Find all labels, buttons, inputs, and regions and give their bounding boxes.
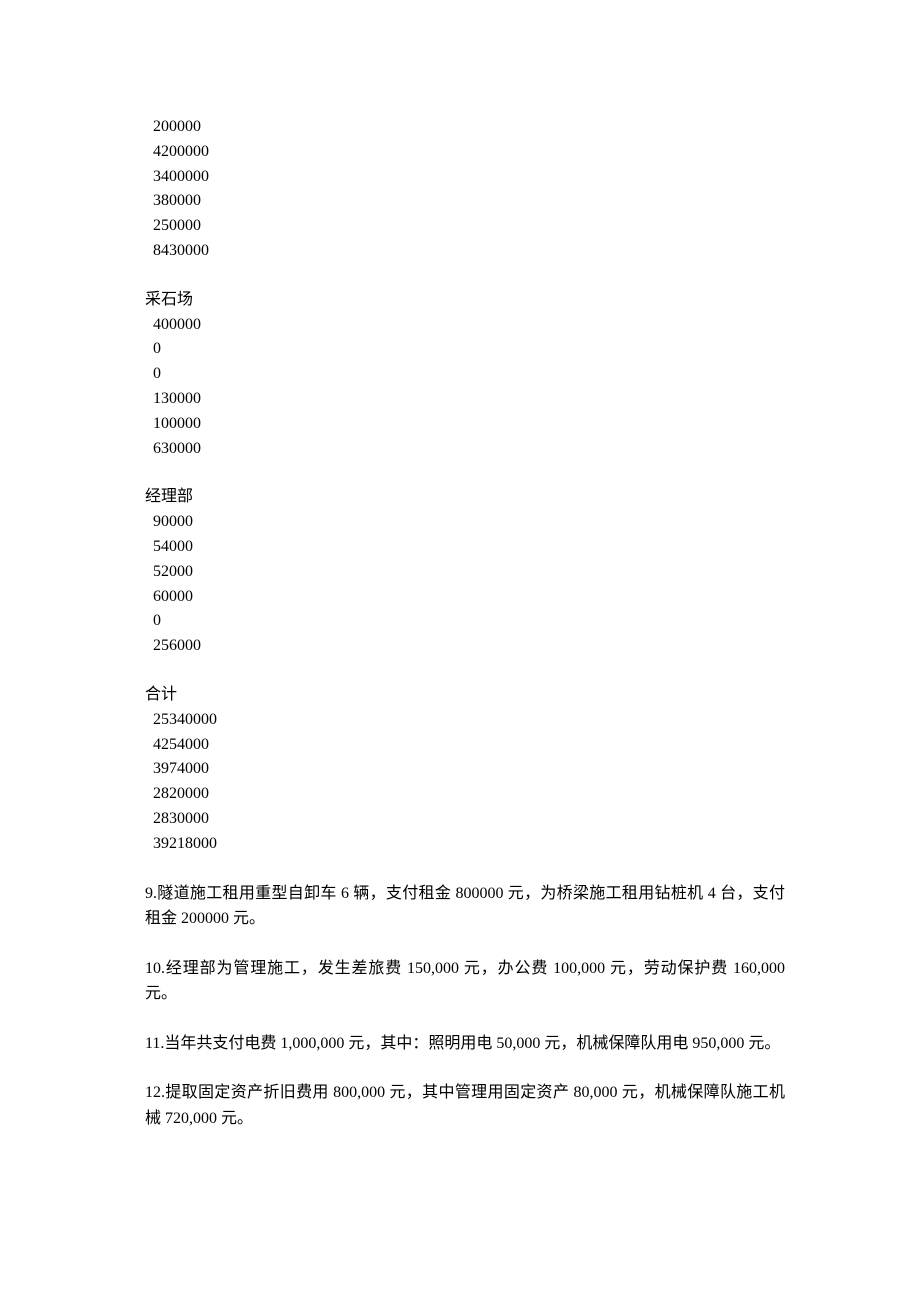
paragraph-11: 11.当年共支付电费 1,000,000 元，其中：照明用电 50,000 元，… xyxy=(145,1031,785,1057)
value-line: 0 xyxy=(145,337,785,362)
value-line: 380000 xyxy=(145,189,785,214)
value-line: 630000 xyxy=(145,437,785,462)
value-line: 60000 xyxy=(145,585,785,610)
value-line: 100000 xyxy=(145,412,785,437)
value-line: 90000 xyxy=(145,510,785,535)
section-label: 采石场 xyxy=(145,288,785,313)
paragraph-9: 9.隧道施工租用重型自卸车 6 辆，支付租金 800000 元，为桥梁施工租用钻… xyxy=(145,881,785,932)
value-line: 256000 xyxy=(145,634,785,659)
value-line: 3974000 xyxy=(145,757,785,782)
value-line: 52000 xyxy=(145,560,785,585)
value-line: 4200000 xyxy=(145,140,785,165)
paragraph-12: 12.提取固定资产折旧费用 800,000 元，其中管理用固定资产 80,000… xyxy=(145,1080,785,1131)
value-line: 25340000 xyxy=(145,708,785,733)
section-block-0: 200000 4200000 3400000 380000 250000 843… xyxy=(145,115,785,264)
value-line: 250000 xyxy=(145,214,785,239)
value-line: 39218000 xyxy=(145,832,785,857)
value-line: 2830000 xyxy=(145,807,785,832)
value-line: 200000 xyxy=(145,115,785,140)
value-line: 0 xyxy=(145,609,785,634)
value-line: 4254000 xyxy=(145,733,785,758)
value-line: 54000 xyxy=(145,535,785,560)
value-line: 8430000 xyxy=(145,239,785,264)
value-line: 400000 xyxy=(145,313,785,338)
value-line: 0 xyxy=(145,362,785,387)
value-line: 130000 xyxy=(145,387,785,412)
value-line: 2820000 xyxy=(145,782,785,807)
value-line: 3400000 xyxy=(145,165,785,190)
section-label: 经理部 xyxy=(145,485,785,510)
section-block-quarry: 采石场 400000 0 0 130000 100000 630000 xyxy=(145,288,785,462)
paragraph-10: 10.经理部为管理施工，发生差旅费 150,000 元，办公费 100,000 … xyxy=(145,956,785,1007)
section-block-manager: 经理部 90000 54000 52000 60000 0 256000 xyxy=(145,485,785,659)
section-block-total: 合计 25340000 4254000 3974000 2820000 2830… xyxy=(145,683,785,857)
section-label: 合计 xyxy=(145,683,785,708)
